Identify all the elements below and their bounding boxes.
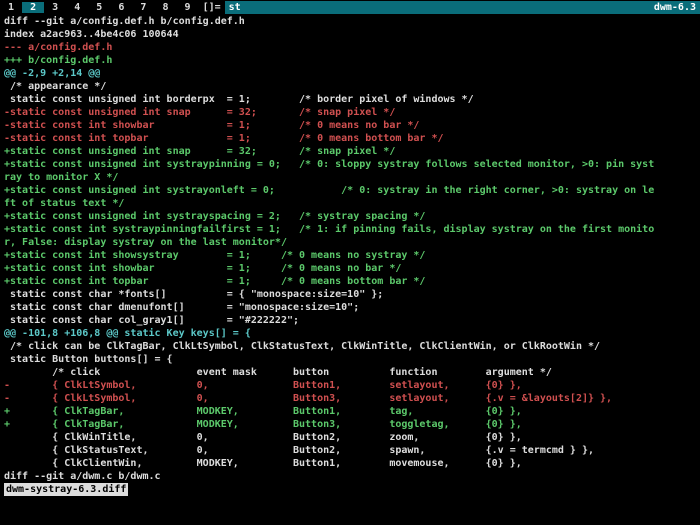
diff-line: ft of status text */	[4, 197, 696, 210]
diff-line: static const char dmenufont[] = "monospa…	[4, 301, 696, 314]
diff-line: -static const unsigned int snap = 32; /*…	[4, 106, 696, 119]
diff-line: +static const int systraypinningfailfirs…	[4, 223, 696, 236]
diff-line: @@ -2,9 +2,14 @@	[4, 67, 696, 80]
dwm-bar: 1 2 3 4 5 6 7 8 9 []= st dwm-6.3	[0, 0, 700, 14]
tag-bar[interactable]: 1 2 3 4 5 6 7 8 9	[0, 1, 199, 14]
tag-7[interactable]: 7	[132, 2, 154, 13]
diff-line: -static const int topbar = 1; /* 0 means…	[4, 132, 696, 145]
diff-line: +static const unsigned int systrayonleft…	[4, 184, 696, 197]
diff-line: -static const int showbar = 1; /* 0 mean…	[4, 119, 696, 132]
diff-line: static const char col_gray1[] = "#222222…	[4, 314, 696, 327]
status-text: dwm-6.3	[650, 1, 700, 14]
tag-8[interactable]: 8	[154, 2, 176, 13]
diff-line: static const unsigned int borderpx = 1; …	[4, 93, 696, 106]
tag-1[interactable]: 1	[0, 2, 22, 13]
tag-2[interactable]: 2	[22, 2, 44, 13]
diff-line: - { ClkLtSymbol, 0, Button1, setlayout, …	[4, 379, 696, 392]
diff-line: +static const unsigned int systraypinnin…	[4, 158, 696, 171]
pager-statusline: dwm-systray-6.3.diff	[4, 483, 128, 496]
diff-line: diff --git a/config.def.h b/config.def.h	[4, 15, 696, 28]
diff-line: +++ b/config.def.h	[4, 54, 696, 67]
diff-line: /* click can be ClkTagBar, ClkLtSymbol, …	[4, 340, 696, 353]
layout-symbol[interactable]: []=	[199, 1, 225, 14]
diff-line: ray to monitor X */	[4, 171, 696, 184]
tag-9[interactable]: 9	[177, 2, 199, 13]
diff-line: +static const int topbar = 1; /* 0 means…	[4, 275, 696, 288]
tag-6[interactable]: 6	[110, 2, 132, 13]
tag-4[interactable]: 4	[66, 2, 88, 13]
diff-line: + { ClkTagBar, MODKEY, Button1, tag, {0}…	[4, 405, 696, 418]
diff-line: +static const unsigned int snap = 32; /*…	[4, 145, 696, 158]
diff-line: index a2ac963..4be4c06 100644	[4, 28, 696, 41]
diff-line: +static const int showsystray = 1; /* 0 …	[4, 249, 696, 262]
tag-3[interactable]: 3	[44, 2, 66, 13]
diff-line: r, False: display systray on the last mo…	[4, 236, 696, 249]
diff-line: static const char *fonts[] = { "monospac…	[4, 288, 696, 301]
diff-line: - { ClkLtSymbol, 0, Button3, setlayout, …	[4, 392, 696, 405]
diff-line: static Button buttons[] = {	[4, 353, 696, 366]
tag-5[interactable]: 5	[88, 2, 110, 13]
diff-line: { ClkWinTitle, 0, Button2, zoom, {0} },	[4, 431, 696, 444]
diff-line: diff --git a/dwm.c b/dwm.c	[4, 470, 696, 483]
diff-line: /* click event mask button function argu…	[4, 366, 696, 379]
terminal-content[interactable]: diff --git a/config.def.h b/config.def.h…	[0, 14, 700, 496]
diff-line: + { ClkTagBar, MODKEY, Button3, toggleta…	[4, 418, 696, 431]
diff-line: { ClkStatusText, 0, Button2, spawn, {.v …	[4, 444, 696, 457]
diff-line: /* appearance */	[4, 80, 696, 93]
diff-line: +static const unsigned int systrayspacin…	[4, 210, 696, 223]
diff-line: +static const int showbar = 1; /* 0 mean…	[4, 262, 696, 275]
window-title[interactable]: st	[225, 1, 650, 14]
diff-line: @@ -101,8 +106,8 @@ static Key keys[] = …	[4, 327, 696, 340]
diff-line: { ClkClientWin, MODKEY, Button1, movemou…	[4, 457, 696, 470]
diff-line: --- a/config.def.h	[4, 41, 696, 54]
